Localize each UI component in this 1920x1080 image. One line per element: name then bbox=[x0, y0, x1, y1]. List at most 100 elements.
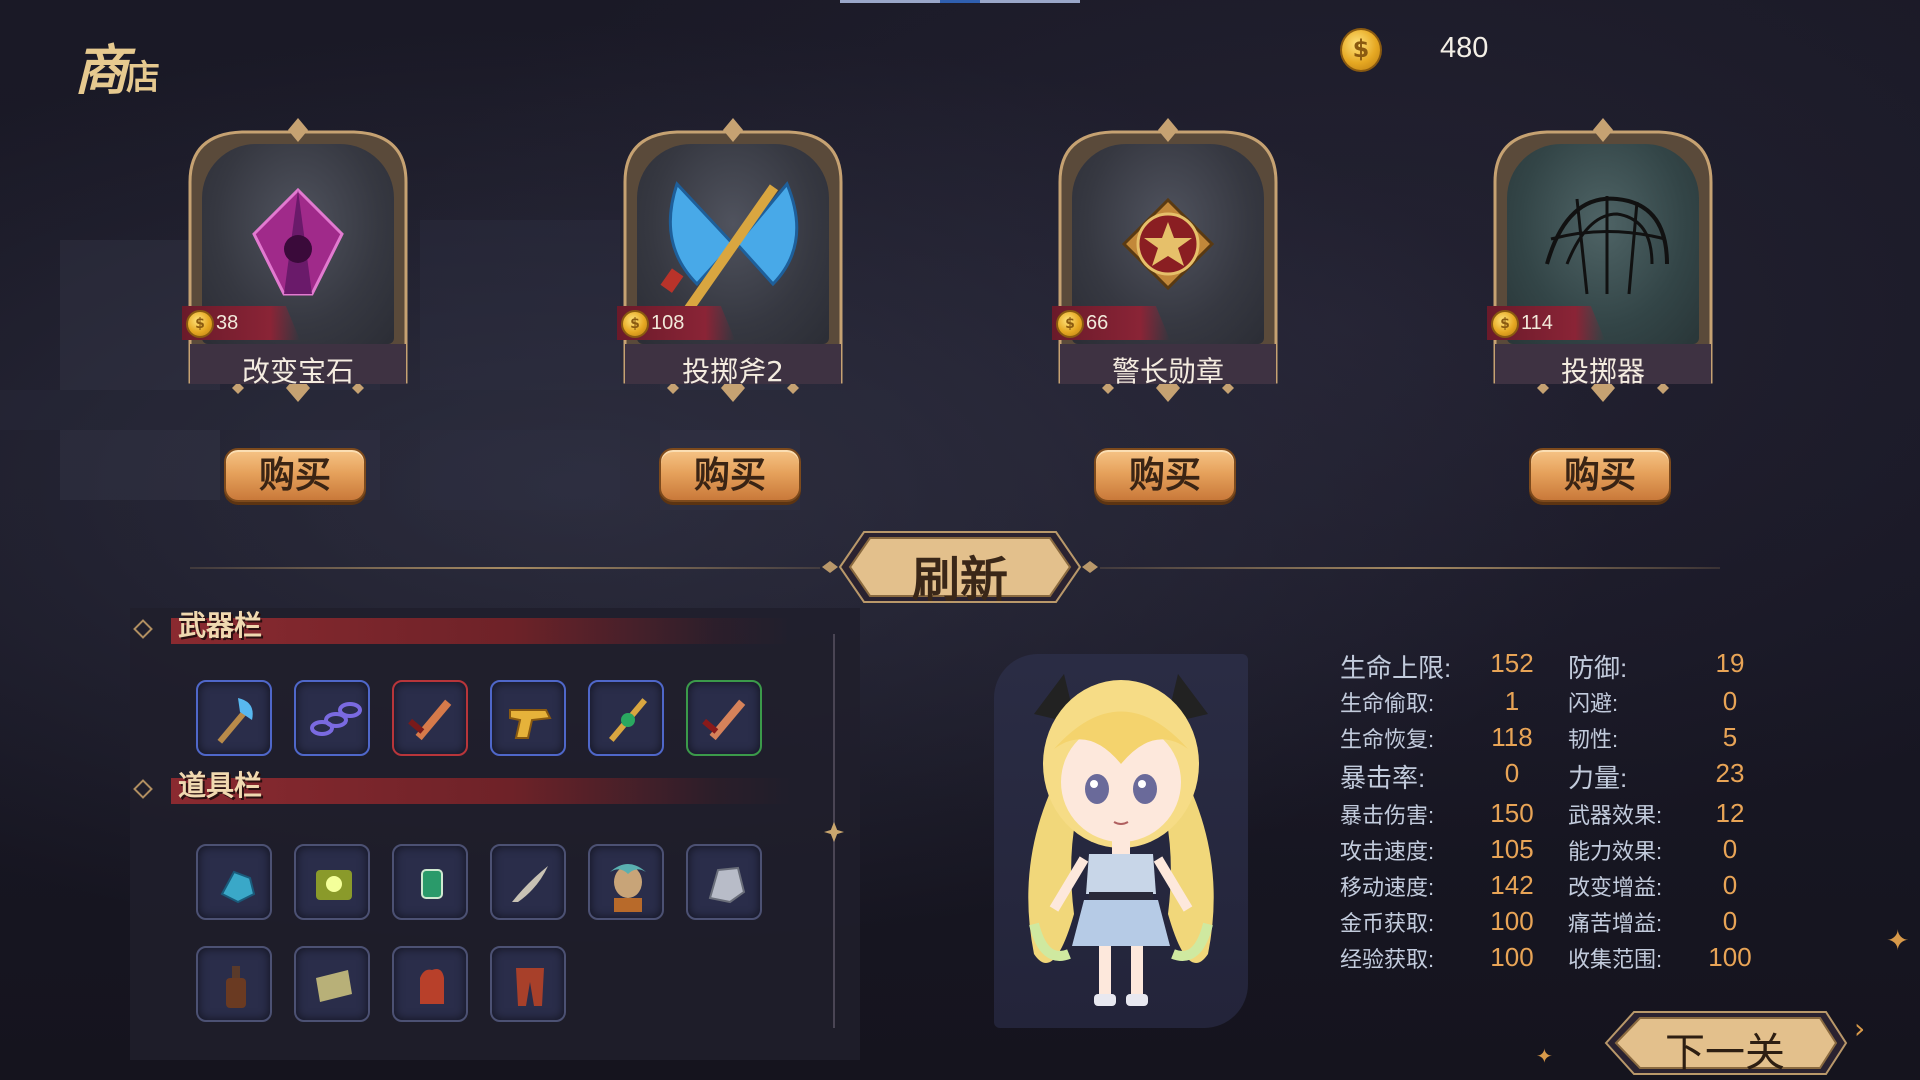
gold-amount: 480 bbox=[1440, 32, 1489, 64]
stat-value: 118 bbox=[1491, 722, 1533, 752]
refresh-label: 刷新 bbox=[911, 552, 1008, 608]
item-slot[interactable] bbox=[392, 946, 468, 1022]
stat-label: 武器效果: bbox=[1568, 803, 1663, 828]
stat-value: 19 bbox=[1715, 648, 1745, 678]
stat-label: 闪避: bbox=[1568, 691, 1619, 716]
price-tag: $66 bbox=[1052, 306, 1170, 340]
buy-button[interactable]: 购买 bbox=[1529, 448, 1671, 502]
weapon-slot[interactable] bbox=[294, 680, 370, 756]
red-glove-icon bbox=[420, 969, 444, 1004]
stat-row: 经验获取: 100 收集范围: 100 bbox=[1340, 942, 1760, 978]
stat-value: 100 bbox=[1708, 942, 1752, 972]
buy-button[interactable]: 购买 bbox=[1094, 448, 1236, 502]
section-diamond-icon bbox=[133, 619, 153, 639]
stat-value: 0 bbox=[1722, 686, 1738, 716]
emerald-scepter-icon bbox=[608, 698, 648, 742]
stat-value: 12 bbox=[1715, 798, 1745, 828]
stat-row: 暴击伤害: 150 武器效果: 12 bbox=[1340, 798, 1760, 834]
item-price: 66 bbox=[1086, 312, 1109, 334]
stat-value: 152 bbox=[1490, 648, 1534, 678]
item-slot[interactable] bbox=[490, 946, 566, 1022]
divider-right bbox=[1100, 567, 1720, 569]
stat-value: 0 bbox=[1504, 758, 1520, 788]
stat-row: 生命恢复: 118 韧性: 5 bbox=[1340, 722, 1760, 758]
bottle-icon bbox=[226, 966, 246, 1008]
stat-value: 0 bbox=[1722, 906, 1738, 936]
sparkle-icon: ✦ bbox=[1886, 924, 1910, 957]
stat-label: 韧性: bbox=[1568, 727, 1619, 752]
item-slot[interactable] bbox=[588, 844, 664, 920]
stat-value: 23 bbox=[1715, 758, 1745, 788]
stat-row: 生命上限: 152 防御: 19 bbox=[1340, 648, 1760, 684]
next-arrow-icon: › bbox=[1854, 1012, 1866, 1045]
weapons-title: 武器栏 bbox=[178, 609, 263, 642]
stat-value: 0 bbox=[1722, 834, 1738, 864]
scroll-thumb[interactable] bbox=[824, 822, 844, 842]
gold-coin-icon: $ bbox=[1340, 28, 1382, 72]
item-slot[interactable] bbox=[196, 946, 272, 1022]
stat-label: 移动速度: bbox=[1340, 875, 1435, 900]
item-slot[interactable] bbox=[294, 844, 370, 920]
red-pants-icon bbox=[516, 968, 544, 1006]
coin-icon: $ bbox=[621, 310, 649, 338]
stat-label: 改变增益: bbox=[1568, 875, 1663, 900]
feather-icon bbox=[512, 866, 548, 902]
shop-item-card[interactable]: $114 投掷器 bbox=[1487, 112, 1719, 412]
stat-label: 金币获取: bbox=[1340, 911, 1435, 936]
weapon-slot[interactable] bbox=[686, 680, 762, 756]
coin-icon: $ bbox=[1056, 310, 1084, 338]
sparkle-icon: ✦ bbox=[1536, 1044, 1553, 1068]
top-tab-indicator bbox=[840, 0, 1080, 3]
stat-value: 105 bbox=[1490, 834, 1534, 864]
item-slot[interactable] bbox=[196, 844, 272, 920]
item-slot[interactable] bbox=[490, 844, 566, 920]
stat-row: 生命偷取: 1 闪避: 0 bbox=[1340, 686, 1760, 722]
stat-row: 金币获取: 100 痛苦增益: 0 bbox=[1340, 906, 1760, 942]
shop-item-card[interactable]: $66 警长勋章 bbox=[1052, 112, 1284, 412]
item-name: 投掷器 bbox=[1560, 355, 1645, 388]
stat-label: 痛苦增益: bbox=[1568, 911, 1663, 936]
red-sword-icon bbox=[408, 699, 452, 741]
refresh-button[interactable]: 刷新 bbox=[820, 528, 1100, 608]
item-name: 投掷斧2 bbox=[682, 355, 784, 388]
items-title: 道具栏 bbox=[178, 769, 263, 802]
next-level-button[interactable]: 下一关 bbox=[1600, 1008, 1850, 1078]
stat-label: 生命恢复: bbox=[1340, 727, 1435, 752]
shop-title: 商店 bbox=[74, 38, 160, 102]
weapon-slot[interactable] bbox=[196, 680, 272, 756]
item-price: 114 bbox=[1521, 312, 1553, 334]
price-tag: $108 bbox=[617, 306, 735, 340]
stat-label: 攻击速度: bbox=[1340, 839, 1435, 864]
stat-label: 能力效果: bbox=[1568, 839, 1663, 864]
golden-revolver-icon bbox=[509, 709, 552, 739]
stat-label: 收集范围: bbox=[1568, 947, 1663, 972]
stat-value: 0 bbox=[1722, 870, 1738, 900]
divider-left bbox=[190, 567, 820, 569]
weapon-slot[interactable] bbox=[490, 680, 566, 756]
item-name: 警长勋章 bbox=[1111, 355, 1224, 388]
buy-button[interactable]: 购买 bbox=[224, 448, 366, 502]
section-diamond-icon bbox=[133, 779, 153, 799]
stat-value: 150 bbox=[1490, 798, 1534, 828]
item-slot[interactable] bbox=[294, 946, 370, 1022]
stat-value: 100 bbox=[1490, 906, 1534, 936]
shop-item-card[interactable]: $38 改变宝石 bbox=[182, 112, 414, 412]
stat-row: 暴击率: 0 力量: 23 bbox=[1340, 758, 1760, 794]
weapon-slot[interactable] bbox=[588, 680, 664, 756]
price-tag: $114 bbox=[1487, 306, 1605, 340]
item-slot[interactable] bbox=[392, 844, 468, 920]
character-art bbox=[1028, 674, 1214, 1006]
stat-row: 攻击速度: 105 能力效果: 0 bbox=[1340, 834, 1760, 870]
shop-item-card[interactable]: $108 投掷斧2 bbox=[617, 112, 849, 412]
emerald-gem-icon bbox=[421, 869, 443, 899]
stat-label: 防御: bbox=[1568, 653, 1628, 683]
next-level-label: 下一关 bbox=[1665, 1030, 1785, 1076]
stat-label: 暴击率: bbox=[1340, 763, 1426, 793]
buy-button[interactable]: 购买 bbox=[659, 448, 801, 502]
stat-row: 移动速度: 142 改变增益: 0 bbox=[1340, 870, 1760, 906]
item-price: 38 bbox=[216, 312, 239, 334]
stat-label: 暴击伤害: bbox=[1340, 803, 1435, 828]
item-slot[interactable] bbox=[686, 844, 762, 920]
price-tag: $38 bbox=[182, 306, 300, 340]
weapon-slot[interactable] bbox=[392, 680, 468, 756]
